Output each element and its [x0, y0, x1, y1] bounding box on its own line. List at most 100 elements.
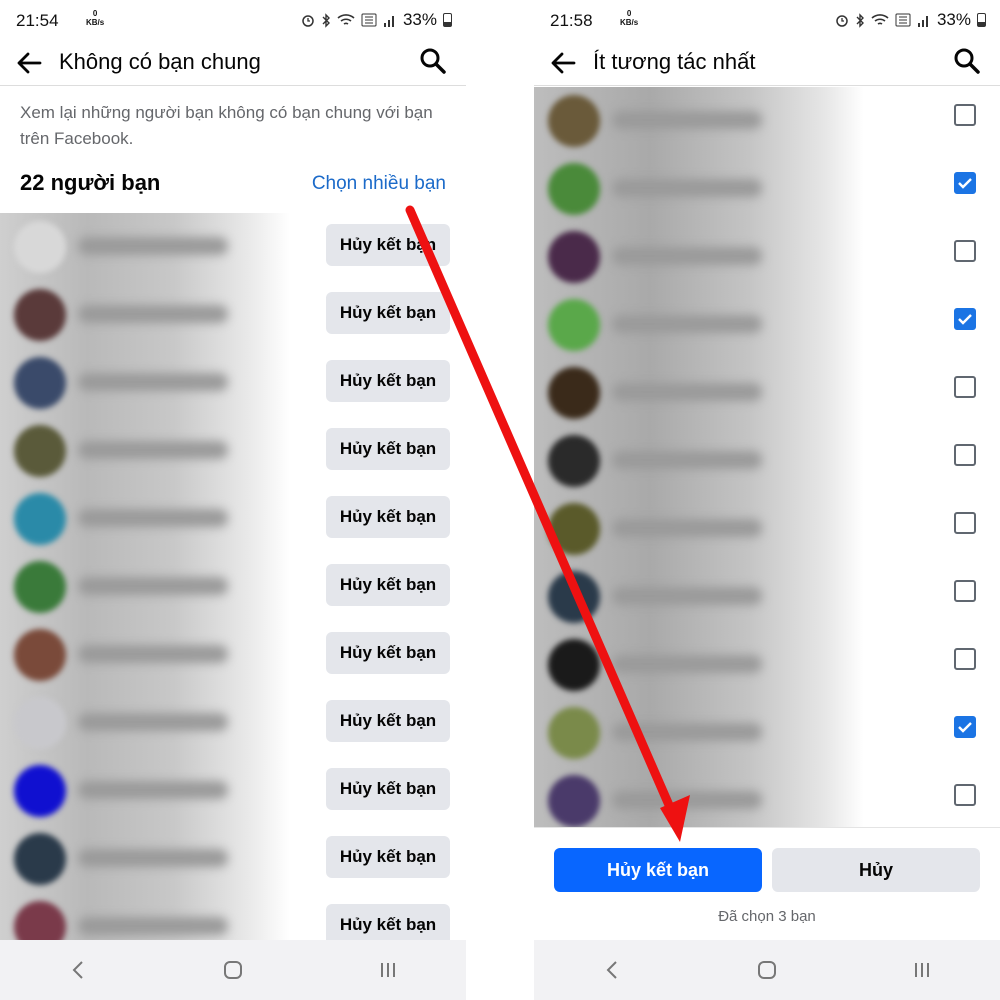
avatar[interactable]: [14, 493, 66, 545]
avatar[interactable]: [14, 561, 66, 613]
blurred-name: [612, 519, 762, 537]
checkbox-unchecked[interactable]: [954, 512, 976, 534]
cancel-button[interactable]: Hủy: [772, 848, 980, 892]
confirm-unfriend-button[interactable]: Hủy kết bạn: [554, 848, 762, 892]
avatar[interactable]: [14, 289, 66, 341]
avatar: [548, 775, 600, 827]
right-phone-screen: 21:58 0 KB/s 33% Ít tương tác nhất Hủy kế…: [534, 0, 1000, 1000]
battery-icon: [443, 13, 452, 27]
avatar: [548, 435, 600, 487]
select-many-link[interactable]: Chọn nhiều bạn: [312, 173, 446, 195]
nav-back-icon[interactable]: [63, 955, 93, 985]
unfriend-button[interactable]: Hủy kết bạn: [326, 768, 450, 810]
unfriend-button[interactable]: Hủy kết bạn: [326, 904, 450, 940]
app-bar: Ít tương tác nhất: [534, 40, 1000, 86]
unfriend-button[interactable]: Hủy kết bạn: [326, 496, 450, 538]
back-arrow-icon[interactable]: [14, 48, 44, 78]
back-arrow-icon[interactable]: [548, 48, 578, 78]
checkbox-unchecked[interactable]: [954, 104, 976, 126]
bulk-action-panel: Hủy kết bạn Hủy Đã chọn 3 bạn: [534, 827, 1000, 940]
friend-row: Hủy kết bạn: [0, 349, 466, 417]
android-nav-bar: [534, 940, 1000, 1000]
avatar[interactable]: [14, 629, 66, 681]
checkbox-checked[interactable]: [954, 716, 976, 738]
unfriend-button[interactable]: Hủy kết bạn: [326, 836, 450, 878]
avatar: [548, 163, 600, 215]
selectable-friend-row[interactable]: [534, 223, 1000, 291]
search-icon[interactable]: [952, 46, 982, 76]
page-title: Không có bạn chung: [59, 49, 261, 74]
android-nav-bar: [0, 940, 466, 1000]
nav-recents-icon[interactable]: [907, 955, 937, 985]
friend-row: Hủy kết bạn: [0, 893, 466, 940]
unfriend-button[interactable]: Hủy kết bạn: [326, 700, 450, 742]
status-time: 21:54: [16, 11, 59, 30]
wifi-icon: [871, 13, 889, 27]
status-bar: 21:54 0 KB/s 33%: [0, 0, 466, 40]
unfriend-button[interactable]: Hủy kết bạn: [326, 632, 450, 674]
page-title: Ít tương tác nhất: [593, 49, 756, 74]
wifi-icon: [337, 13, 355, 27]
selectable-friend-row[interactable]: [534, 699, 1000, 767]
nav-recents-icon[interactable]: [373, 955, 403, 985]
avatar[interactable]: [14, 221, 66, 273]
blurred-name: [78, 917, 228, 935]
selectable-friend-row[interactable]: [534, 767, 1000, 827]
selectable-friend-row[interactable]: [534, 563, 1000, 631]
selectable-friend-row[interactable]: [534, 359, 1000, 427]
alarm-icon: [301, 13, 315, 27]
blurred-name: [612, 315, 762, 333]
friend-row: Hủy kết bạn: [0, 621, 466, 689]
avatar[interactable]: [14, 357, 66, 409]
checkbox-unchecked[interactable]: [954, 784, 976, 806]
avatar[interactable]: [14, 765, 66, 817]
selectable-friend-row[interactable]: [534, 155, 1000, 223]
app-bar: Không có bạn chung: [0, 40, 466, 86]
page-description: Xem lại những người bạn không có bạn chu…: [20, 103, 433, 148]
blurred-name: [78, 237, 228, 255]
friend-row: Hủy kết bạn: [0, 757, 466, 825]
nav-back-icon[interactable]: [597, 955, 627, 985]
avatar[interactable]: [14, 425, 66, 477]
friend-row: Hủy kết bạn: [0, 213, 466, 281]
checkbox-unchecked[interactable]: [954, 648, 976, 670]
unfriend-button[interactable]: Hủy kết bạn: [326, 428, 450, 470]
selectable-friend-row[interactable]: [534, 495, 1000, 563]
nav-home-icon[interactable]: [752, 955, 782, 985]
avatar: [548, 707, 600, 759]
selectable-friend-row[interactable]: [534, 427, 1000, 495]
checkmark-icon: [958, 722, 972, 733]
avatar[interactable]: [14, 833, 66, 885]
status-icons: 33%: [301, 10, 452, 30]
selectable-friend-row[interactable]: [534, 87, 1000, 155]
blurred-name: [78, 441, 228, 459]
blurred-name: [78, 509, 228, 527]
avatar[interactable]: [14, 697, 66, 749]
checkbox-checked[interactable]: [954, 172, 976, 194]
battery-percent: 33%: [936, 10, 971, 29]
blurred-name: [78, 713, 228, 731]
nav-home-icon[interactable]: [218, 955, 248, 985]
unfriend-button[interactable]: Hủy kết bạn: [326, 564, 450, 606]
checkmark-icon: [958, 314, 972, 325]
checkbox-unchecked[interactable]: [954, 376, 976, 398]
selectable-friend-row[interactable]: [534, 631, 1000, 699]
unfriend-button[interactable]: Hủy kết bạn: [326, 360, 450, 402]
volte-icon: [895, 13, 911, 27]
unfriend-button[interactable]: Hủy kết bạn: [326, 292, 450, 334]
blurred-name: [78, 373, 228, 391]
battery-percent: 33%: [402, 10, 437, 29]
checkbox-unchecked[interactable]: [954, 240, 976, 262]
search-icon[interactable]: [418, 46, 448, 76]
blurred-name: [78, 849, 228, 867]
status-time: 21:58: [550, 11, 593, 30]
checkbox-unchecked[interactable]: [954, 580, 976, 602]
checkbox-unchecked[interactable]: [954, 444, 976, 466]
unfriend-button[interactable]: Hủy kết bạn: [326, 224, 450, 266]
blurred-name: [612, 179, 762, 197]
friends-list: Hủy kết bạn Hủy kết bạn Hủy kết bạn Hủy kết…: [0, 213, 466, 940]
friend-row: Hủy kết bạn: [0, 417, 466, 485]
selectable-friend-row[interactable]: [534, 291, 1000, 359]
checkbox-checked[interactable]: [954, 308, 976, 330]
signal-icon: [383, 13, 397, 27]
